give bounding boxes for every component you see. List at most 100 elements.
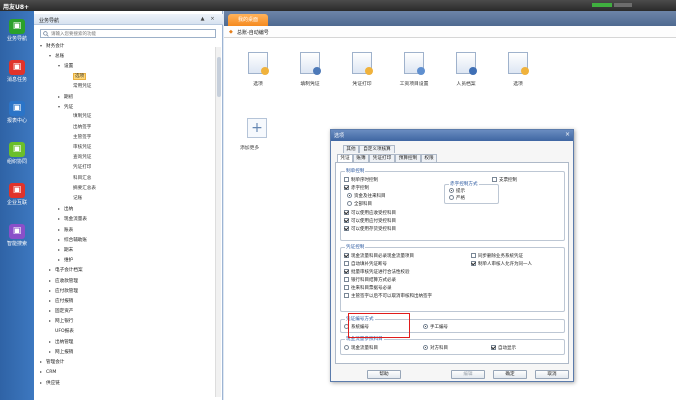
rail-item-1[interactable]: ▣ 消息任务 <box>0 60 34 86</box>
tree-node[interactable]: ▸ 出纳 <box>58 205 73 213</box>
tree-node[interactable]: 常用凭证 <box>67 83 91 91</box>
tree-node[interactable]: 主管签字 <box>67 134 91 142</box>
help-button[interactable]: 帮助 <box>367 370 401 379</box>
checkbox[interactable] <box>492 177 497 182</box>
tree-node[interactable]: ▸ 网上银行 <box>49 317 73 325</box>
tab-my-desktop[interactable]: 我的桌面 <box>228 14 268 26</box>
checkbox-option[interactable]: 自动填补凭证断号 <box>344 261 387 268</box>
radio-option[interactable]: 提示 <box>449 188 465 195</box>
checkbox[interactable] <box>344 269 349 274</box>
tree-node[interactable]: ▾ 财务会计 <box>40 42 64 50</box>
tree-node[interactable]: 查询凭证 <box>67 154 91 162</box>
tree-node[interactable]: 出纳签字 <box>67 124 91 132</box>
checkbox[interactable] <box>344 293 349 298</box>
radio-option[interactable]: 手工编号 <box>423 324 448 331</box>
pin-icon[interactable]: ▲ <box>199 16 206 23</box>
radio-option[interactable]: 现金流量科目 <box>344 345 378 352</box>
checkbox[interactable] <box>471 261 476 266</box>
rail-item-0[interactable]: ▣ 业务导航 <box>0 19 34 45</box>
scrollbar-thumb[interactable] <box>217 57 221 97</box>
tree-node[interactable]: ▸ 账表 <box>58 226 73 234</box>
tree-node[interactable]: 选项 <box>67 72 87 81</box>
dialog-tab[interactable]: 自定义项核算 <box>359 145 395 153</box>
nav-search-input[interactable] <box>51 31 211 37</box>
checkbox-option[interactable]: 银行科目结算方式必录 <box>344 277 396 284</box>
tree-node[interactable]: ▸ 期初 <box>58 93 73 101</box>
checkbox[interactable] <box>471 253 476 258</box>
radio-button[interactable] <box>449 195 454 200</box>
app-3[interactable]: 工资项目设置 <box>389 52 439 92</box>
app-4[interactable]: 人员档案 <box>441 52 491 92</box>
checkbox[interactable] <box>344 185 349 190</box>
tree-node[interactable]: 科目汇总 <box>67 175 91 183</box>
app-2[interactable]: 凭证打印 <box>337 52 387 92</box>
tree-node[interactable]: ▾ 设置 <box>58 62 73 70</box>
radio-button[interactable] <box>423 324 428 329</box>
radio-button[interactable] <box>423 345 428 350</box>
rail-item-4[interactable]: ▣ 企业互联 <box>0 183 34 209</box>
checkbox[interactable] <box>344 226 349 231</box>
radio-option[interactable]: 资金及往来科目 <box>347 193 386 200</box>
nav-search-box[interactable] <box>40 29 216 38</box>
radio-option[interactable]: 对方科目 <box>423 345 448 352</box>
app-0[interactable]: 选项 <box>233 52 283 92</box>
nav-scrollbar[interactable] <box>215 47 221 397</box>
checkbox[interactable] <box>344 253 349 258</box>
close-icon[interactable]: × <box>209 16 216 23</box>
dialog-tab[interactable]: 其他 <box>343 145 359 153</box>
checkbox-option[interactable]: 制单人审核人允许为同一人 <box>471 261 532 268</box>
rail-item-3[interactable]: ▣ 组织协同 <box>0 142 34 168</box>
checkbox-option[interactable]: 支票控制 <box>492 177 517 184</box>
dialog-tab[interactable]: 预算控制 <box>395 154 421 162</box>
checkbox-option[interactable]: 批量审核凭证进行合法性校验 <box>344 269 410 276</box>
add-more-button[interactable]: + <box>247 118 267 138</box>
checkbox[interactable] <box>344 177 349 182</box>
rail-item-2[interactable]: ▣ 报表中心 <box>0 101 34 127</box>
rail-item-5[interactable]: ▣ 智能搜索 <box>0 224 34 250</box>
radio-option[interactable]: 全部科目 <box>347 201 372 208</box>
tree-node[interactable]: ▾ 凭证 <box>58 103 73 111</box>
ok-button[interactable]: 确定 <box>493 370 527 379</box>
checkbox-option[interactable]: 可以使用应付受控科目 <box>344 218 396 225</box>
tree-node[interactable]: 凭证打印 <box>67 164 91 172</box>
dialog-tab[interactable]: 权限 <box>421 154 437 162</box>
checkbox[interactable] <box>344 285 349 290</box>
tree-node[interactable]: ▸ CRM <box>40 368 56 376</box>
checkbox-option[interactable]: 赤字控制 <box>344 185 369 192</box>
checkbox-option[interactable]: 可以使用存货受控科目 <box>344 226 396 233</box>
checkbox[interactable] <box>344 218 349 223</box>
tree-node[interactable]: ▸ 现金流量表 <box>58 215 87 223</box>
checkbox-option[interactable]: 往来科目票据号必录 <box>344 285 392 292</box>
checkbox[interactable] <box>344 277 349 282</box>
checkbox-option[interactable]: 可以使用应收受控科目 <box>344 210 396 217</box>
tree-node[interactable]: ▸ 应付报销 <box>49 297 73 305</box>
app-1[interactable]: 填制凭证 <box>285 52 335 92</box>
tree-node[interactable]: ▸ 期末 <box>58 246 73 254</box>
radio-button[interactable] <box>347 193 352 198</box>
tree-node[interactable]: ▸ 维护 <box>58 256 73 264</box>
tree-node[interactable]: 记账 <box>67 195 82 203</box>
radio-button[interactable] <box>449 188 454 193</box>
tree-node[interactable]: ▸ 网上报销 <box>49 348 73 356</box>
checkbox-option[interactable]: 同步删除业务系统凭证 <box>471 253 523 260</box>
cancel-button[interactable]: 取消 <box>535 370 569 379</box>
tree-node[interactable]: ▸ 电子会计档案 <box>49 266 83 274</box>
tree-node[interactable]: ▸ 出纳管理 <box>49 338 73 346</box>
checkbox[interactable] <box>344 210 349 215</box>
tree-node[interactable]: ▸ 管理会计 <box>40 358 64 366</box>
checkbox[interactable] <box>491 345 496 350</box>
radio-option[interactable]: 严格 <box>449 195 465 202</box>
radio-button[interactable] <box>344 345 349 350</box>
tree-node[interactable]: 填制凭证 <box>67 113 91 121</box>
app-5[interactable]: 选项 <box>493 52 543 92</box>
tree-node[interactable]: ▸ 供应链 <box>40 379 60 387</box>
tree-node[interactable]: ▸ 综合辅助账 <box>58 236 87 244</box>
checkbox-option[interactable]: 主管签字以后不可以取消审核和出纳签字 <box>344 293 432 300</box>
checkbox-option[interactable]: 现金流量科目必录现金流量项目 <box>344 253 414 260</box>
edit-button[interactable]: 编辑 <box>451 370 485 379</box>
tree-node[interactable]: UFO报表 <box>49 328 74 336</box>
close-icon[interactable]: × <box>565 131 570 138</box>
tree-node[interactable]: 摘要汇总表 <box>67 185 96 193</box>
checkbox-option[interactable]: 制单序时控制 <box>344 177 378 184</box>
dialog-tab[interactable]: 账簿 <box>353 154 369 162</box>
